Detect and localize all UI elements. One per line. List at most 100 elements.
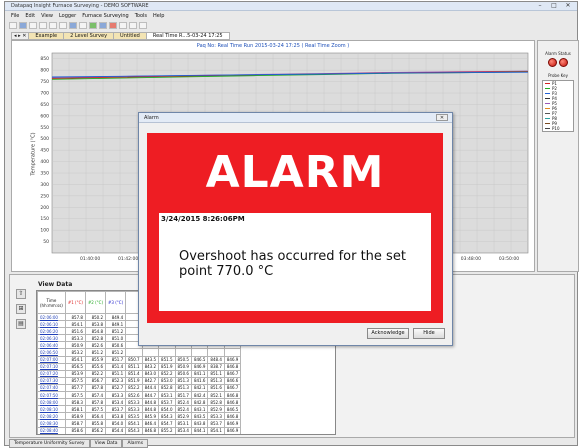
menu-file[interactable]: File	[11, 12, 19, 20]
row-value-cell: 852.8	[84, 334, 107, 343]
row-time-cell[interactable]: 02:07:40	[37, 383, 66, 393]
table-row[interactable]: 02:08:40 858.6 856.2 854.4 854.3 846.8 855.2 85…	[37, 426, 242, 434]
menu-furnace-surveying[interactable]: Furnace Surveying	[82, 12, 129, 20]
probe-key-item[interactable]: P10	[543, 126, 573, 131]
start-icon[interactable]	[89, 22, 97, 29]
tab-view-data[interactable]: View Data	[89, 439, 123, 448]
grid-icon[interactable]: ⊞	[16, 304, 26, 314]
row-value-cell: 846.7	[223, 369, 242, 378]
open-icon[interactable]	[19, 22, 27, 29]
row-time-cell[interactable]: 02:06:00	[37, 312, 66, 322]
y-tick-label: 650	[40, 102, 49, 108]
column-header-probe-1[interactable]: #1 (°C)	[64, 291, 86, 314]
hide-button[interactable]: Hide	[413, 328, 445, 339]
row-value-cell: 853.8	[105, 412, 127, 421]
row-value-cell: 844.3	[190, 433, 209, 434]
list-icon[interactable]: ▤	[16, 319, 26, 329]
table-row[interactable]: 02:07:10 856.5 855.6 851.4 851.1 843.2 851.9 85…	[37, 362, 242, 371]
tab-example[interactable]: Example	[28, 32, 65, 40]
probe-key-list: P1 P2 P3 P4 P5 P6 P7 P8 P9 P10	[542, 80, 574, 132]
y-tick-label: 600	[40, 113, 49, 119]
row-time-cell[interactable]: 02:06:10	[37, 320, 66, 329]
column-header-probe-2[interactable]: #2 (°C)	[84, 291, 107, 314]
tab-alarms[interactable]: Alarms	[122, 439, 149, 448]
tab-real-time[interactable]: Real Time R...5-03-24 17:25	[145, 32, 230, 40]
row-value-cell: 838.7	[207, 362, 225, 371]
export-icon[interactable]: ⇧	[16, 289, 26, 299]
row-time-cell[interactable]: 02:08:30	[37, 419, 66, 428]
menu-tools[interactable]: Tools	[135, 12, 147, 20]
maximize-button[interactable]: □	[547, 2, 561, 10]
row-value-cell: 854.1	[64, 320, 86, 329]
table-row[interactable]: 02:07:50 857.5 857.4 853.3 852.6 844.7 853.1 85…	[37, 391, 242, 400]
row-time-cell[interactable]: 02:07:10	[37, 362, 66, 371]
menu-help[interactable]: Help	[153, 12, 164, 20]
row-value-cell: 846.9	[223, 426, 242, 434]
row-value-cell: 844.8	[141, 398, 160, 407]
probe-color-swatch	[545, 103, 550, 104]
row-time-cell[interactable]: 02:06:30	[37, 334, 66, 343]
row-time-cell[interactable]: 02:08:10	[37, 405, 66, 414]
table-row[interactable]: 02:08:20 858.9 856.4 853.8 853.5 845.9 854.3 85…	[37, 412, 242, 421]
row-time-cell[interactable]: 02:08:00	[37, 398, 66, 407]
y-tick-label: 250	[40, 193, 49, 199]
table-row[interactable]: 02:08:00 858.3 857.8 853.4 853.3 844.8 853.7 85…	[37, 398, 242, 407]
menu-view[interactable]: View	[41, 12, 53, 20]
y-tick-label: 500	[40, 136, 49, 142]
alarm-light-icon	[559, 58, 568, 67]
menu-edit[interactable]: Edit	[25, 12, 35, 20]
row-value-cell	[223, 348, 242, 357]
settings-icon[interactable]	[119, 22, 127, 29]
row-time-cell[interactable]: 02:08:50	[37, 433, 66, 434]
table-row[interactable]: 02:06:50 853.2 851.2 851.2	[37, 348, 242, 357]
acknowledge-button[interactable]: Acknowledge	[367, 328, 409, 339]
table-row[interactable]: 02:07:40 857.7 857.8 852.7 852.2 844.4 852.8 85…	[37, 383, 242, 393]
download-icon[interactable]	[79, 22, 87, 29]
new-icon[interactable]	[9, 22, 17, 29]
table-row[interactable]: 02:08:50858.8856.6854.6854.5847.0855.485…	[37, 433, 242, 434]
dialog-close-button[interactable]: ✕	[436, 114, 448, 121]
row-value-cell: 842.4	[190, 391, 209, 400]
view-data-tools: ⇧ ⊞ ▤	[16, 289, 26, 329]
copy-icon[interactable]	[49, 22, 57, 29]
row-time-cell[interactable]: 02:06:20	[37, 327, 66, 336]
row-time-cell[interactable]: 02:07:00	[37, 355, 66, 364]
table-row[interactable]: 02:08:30 858.7 855.8 854.0 854.1 846.4 854.7 85…	[37, 419, 242, 428]
row-value-cell: 846.8	[141, 426, 160, 434]
row-value-cell: 858.1	[64, 405, 86, 414]
row-value-cell: 851.3	[174, 383, 192, 393]
save-icon[interactable]	[29, 22, 37, 29]
print-icon[interactable]	[39, 22, 47, 29]
row-value-cell: 846.7	[223, 383, 242, 393]
logger-icon[interactable]	[69, 22, 77, 29]
close-button[interactable]: ✕	[561, 2, 575, 10]
tab-2-level-survey[interactable]: 2 Level Survey	[63, 32, 115, 40]
table-row[interactable]: 02:07:20 853.9 852.2 851.1 851.4 843.0 852.2 85…	[37, 369, 242, 378]
chart-icon[interactable]	[99, 22, 107, 29]
menu-logger[interactable]: Logger	[59, 12, 76, 20]
row-value-cell: 857.5	[64, 376, 86, 385]
row-time-cell[interactable]: 02:06:50	[37, 348, 66, 357]
table-row[interactable]: 02:08:10 858.1 857.5 853.7 853.3 844.8 854.0 85…	[37, 405, 242, 414]
row-time-cell[interactable]: 02:08:40	[37, 426, 66, 434]
tab-navigation[interactable]: ◂ ▸ ✕	[11, 32, 30, 40]
y-tick-label: 700	[40, 91, 49, 97]
tab-temperature-uniformity-survey[interactable]: Temperature Uniformity Survey	[9, 439, 90, 448]
row-value-cell	[141, 348, 160, 357]
help-icon[interactable]	[139, 22, 147, 29]
zoom-icon[interactable]	[129, 22, 137, 29]
alarm-icon[interactable]	[109, 22, 117, 29]
row-time-cell[interactable]: 02:08:20	[37, 412, 66, 421]
minimize-button[interactable]: –	[533, 2, 547, 10]
tab-untitled[interactable]: Untitled	[113, 32, 147, 40]
table-row[interactable]: 02:07:00 854.1 855.9 851.7 850.7 843.5 851.5 85…	[37, 355, 242, 364]
column-header-probe-3[interactable]: #3 (°C)	[105, 291, 127, 314]
row-value-cell: 854.1	[125, 419, 143, 428]
row-time-cell[interactable]: 02:07:30	[37, 376, 66, 385]
row-time-cell[interactable]: 02:06:40	[37, 341, 66, 350]
row-time-cell[interactable]: 02:07:20	[37, 369, 66, 378]
row-time-cell[interactable]: 02:07:50	[37, 391, 66, 400]
paste-icon[interactable]	[59, 22, 67, 29]
table-row[interactable]: 02:07:30 857.5 856.7 852.3 851.9 842.7 853.0 85…	[37, 376, 242, 385]
column-header-time[interactable]: Time (hh:mm:ss)	[37, 291, 66, 314]
